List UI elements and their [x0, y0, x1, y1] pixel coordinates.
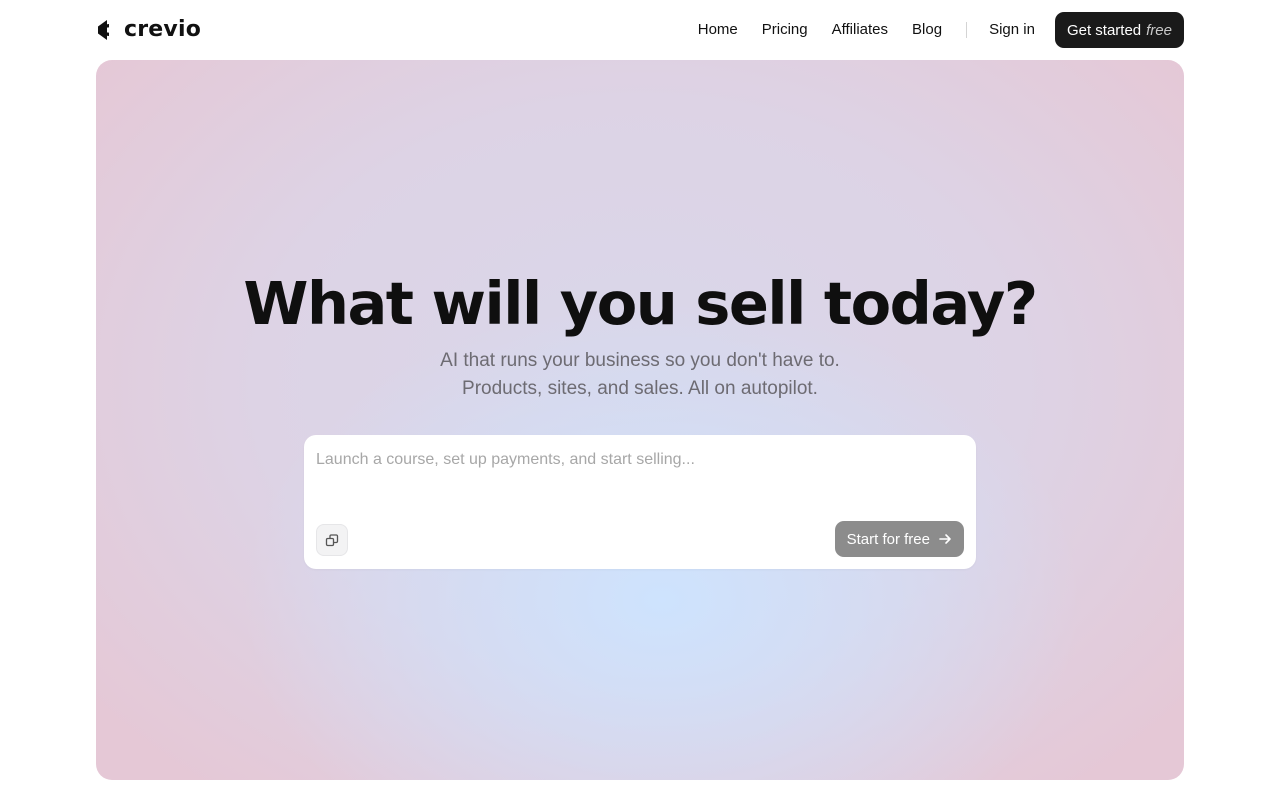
get-started-button[interactable]: Get started free — [1054, 12, 1184, 48]
nav-links: Home Pricing Affiliates Blog Sign in Get… — [698, 12, 1184, 48]
attach-icon — [325, 534, 339, 547]
nav-link-home[interactable]: Home — [698, 12, 738, 48]
prompt-box: Start for free — [304, 435, 976, 569]
get-started-emphasis: free — [1146, 21, 1172, 39]
nav-link-affiliates[interactable]: Affiliates — [832, 12, 888, 48]
top-navigation: crevio Home Pricing Affiliates Blog Sign… — [0, 0, 1280, 60]
start-for-free-label: Start for free — [846, 530, 930, 548]
sign-in-link[interactable]: Sign in — [989, 12, 1035, 48]
brand-name: crevio — [124, 17, 202, 42]
nav-link-blog[interactable]: Blog — [912, 12, 942, 48]
nav-divider — [966, 22, 968, 38]
nav-link-pricing[interactable]: Pricing — [762, 12, 808, 48]
crevio-logo-icon — [98, 20, 109, 40]
hero-headline: What will you sell today? — [243, 269, 1038, 338]
hero-section: What will you sell today? AI that runs y… — [96, 60, 1184, 780]
brand-logo[interactable]: crevio — [96, 18, 201, 42]
hero-subline-1: AI that runs your business so you don't … — [440, 350, 840, 371]
arrow-right-icon — [939, 534, 951, 544]
hero-subheadline: AI that runs your business so you don't … — [96, 347, 1184, 403]
prompt-input[interactable] — [316, 447, 964, 473]
start-for-free-button[interactable]: Start for free — [834, 521, 964, 557]
get-started-label: Get started — [1066, 21, 1142, 39]
hero-subline-2: Products, sites, and sales. All on autop… — [462, 378, 818, 399]
attach-button[interactable] — [316, 524, 348, 556]
